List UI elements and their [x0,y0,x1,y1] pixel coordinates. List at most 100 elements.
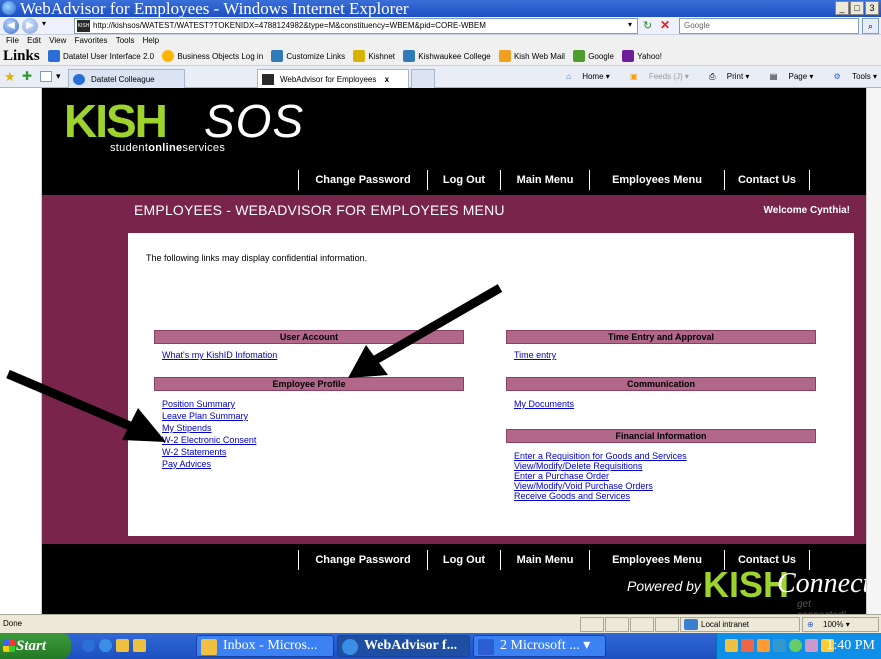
link-w2-consent[interactable]: W-2 Electronic Consent [162,435,256,445]
search-input[interactable]: Google [679,18,859,34]
new-tab-button[interactable] [411,69,435,88]
window-title-bar: WebAdvisor for Employees - Windows Inter… [0,0,881,17]
link-enter-purchase-order[interactable]: Enter a Purchase Order [514,471,609,481]
link-kishid-info[interactable]: What's my KishID Infomation [162,350,277,360]
google-icon [573,50,586,62]
arrow-annotation-icon-2 [6,369,166,442]
page-icon: ▤ [769,72,778,81]
zoom-control[interactable]: ⊕ 100% ▾ [802,617,879,632]
word-icon [478,639,494,655]
tab-webadvisor[interactable]: WebAdvisor for Employees x [257,69,409,88]
stop-icon[interactable]: ✕ [660,18,670,32]
home-button[interactable]: ⌂ Home ▾ [557,72,610,81]
menu-favorites[interactable]: Favorites [75,36,108,45]
tab-datatel-colleague[interactable]: Datatel Colleague [68,69,185,88]
menu-file[interactable]: File [6,36,19,45]
page-title: Employees - WebAdvisor for Employees Men… [134,202,505,218]
datatel-icon [47,50,60,62]
tools-button[interactable]: ⚙ Tools ▾ [825,72,877,81]
start-button[interactable]: Start [0,633,71,659]
ie-icon [162,50,175,62]
link-datatel-ui[interactable]: Datatel User Interface 2.0 [47,50,154,62]
favorites-star-icon[interactable]: ★ [4,69,16,85]
link-enter-requisition[interactable]: Enter a Requisition for Goods and Servic… [514,451,687,461]
change-password-link-bottom[interactable]: Change Password [298,550,428,570]
maximize-button[interactable]: □ [850,1,864,15]
tray-icon-4[interactable] [773,639,786,652]
address-dropdown-icon[interactable]: ▾ [628,21,636,29]
employees-menu-link[interactable]: Employees Menu [589,170,725,190]
browser-quicklaunch-icon[interactable] [99,639,112,652]
tray-icon-2[interactable] [741,639,754,652]
intranet-icon [684,619,698,630]
taskbar-inbox[interactable]: Inbox - Micros... [196,635,334,657]
back-arrow-icon[interactable]: ◀ [3,18,19,34]
minimize-button[interactable]: _ [835,1,849,15]
link-google[interactable]: Google [573,50,614,62]
link-yahoo[interactable]: Yahoo! [622,50,662,62]
add-favorites-icon[interactable]: ✚ [22,69,32,83]
history-dropdown-icon[interactable]: ▾ [42,20,50,28]
taskbar-webadvisor[interactable]: WebAdvisor f... [337,635,470,657]
link-kishwaukee-college[interactable]: Kishwaukee College [403,50,491,62]
tray-icon-1[interactable] [725,639,738,652]
change-password-link[interactable]: Change Password [298,170,428,190]
outlook-quicklaunch-icon[interactable] [116,639,129,652]
system-tray: 1:40 PM [716,633,881,659]
log-out-link[interactable]: Log Out [427,170,501,190]
link-position-summary[interactable]: Position Summary [162,399,235,409]
menu-view[interactable]: View [49,36,66,45]
tray-icon-3[interactable] [757,639,770,652]
clock: 1:40 PM [826,638,875,653]
status-segment [580,617,604,632]
links-label: Links [3,48,40,64]
favicon-icon: KISH [77,20,90,32]
kc-icon [271,50,284,62]
link-customize-links[interactable]: Customize Links [271,50,345,62]
link-w2-statements[interactable]: W-2 Statements [162,447,226,457]
taskbar-word[interactable]: 2 Microsoft ... ▾ [473,635,606,657]
tray-icon-5[interactable] [789,639,802,652]
feeds-button[interactable]: ▣ Feeds (J) ▾ [621,72,689,81]
link-view-requisitions[interactable]: View/Modify/Delete Requisitions [514,461,642,471]
section-communication: Communication [506,377,816,391]
main-menu-link-bottom[interactable]: Main Menu [500,550,590,570]
forward-arrow-icon[interactable]: ▶ [22,18,38,34]
log-out-link-bottom[interactable]: Log Out [427,550,501,570]
close-tab-icon[interactable]: x [385,75,389,84]
outlook-quicklaunch-icon-2[interactable] [133,639,146,652]
main-menu-link[interactable]: Main Menu [500,170,590,190]
status-segment [655,617,679,632]
tab-list-icon[interactable]: ▾ [56,71,61,82]
quick-tabs-icon[interactable] [40,71,52,82]
menu-help[interactable]: Help [143,36,159,45]
address-field[interactable]: KISH http://kishsos/WATEST/WATEST?TOKENI… [74,18,638,34]
link-pay-advices[interactable]: Pay Advices [162,459,211,469]
link-business-objects[interactable]: Business Objects Log in [162,50,263,62]
menu-edit[interactable]: Edit [27,36,41,45]
yahoo-icon [622,50,635,62]
refresh-icon[interactable]: ↻ [643,19,652,32]
status-segment [630,617,654,632]
ie-icon [342,639,358,655]
link-view-purchase-orders[interactable]: View/Modify/Void Purchase Orders [514,481,653,491]
vertical-scrollbar[interactable] [866,88,881,614]
search-icon[interactable]: ⌕ [862,18,879,34]
menu-tools[interactable]: Tools [116,36,135,45]
tray-icon-6[interactable] [805,639,818,652]
printer-icon: ⎙ [709,72,716,81]
ie-quicklaunch-icon[interactable] [82,639,95,652]
contact-us-link[interactable]: Contact Us [724,170,810,190]
link-kishnet[interactable]: Kishnet [353,50,395,62]
link-receive-goods[interactable]: Receive Goods and Services [514,491,630,501]
taskbar: Start Inbox - Micros... WebAdvisor f... … [0,633,881,659]
page-button[interactable]: ▤ Page ▾ [761,72,814,81]
print-button[interactable]: ⎙ Print ▾ [700,72,749,81]
link-leave-plan-summary[interactable]: Leave Plan Summary [162,411,248,421]
speaker-icon [353,50,366,62]
link-time-entry[interactable]: Time entry [514,350,556,360]
link-kish-web-mail[interactable]: Kish Web Mail [498,50,565,62]
link-my-documents[interactable]: My Documents [514,399,574,409]
address-row: ◀ ▶ ▾ KISH http://kishsos/WATEST/WATEST?… [0,17,881,35]
close-button[interactable]: 3 [865,1,879,15]
